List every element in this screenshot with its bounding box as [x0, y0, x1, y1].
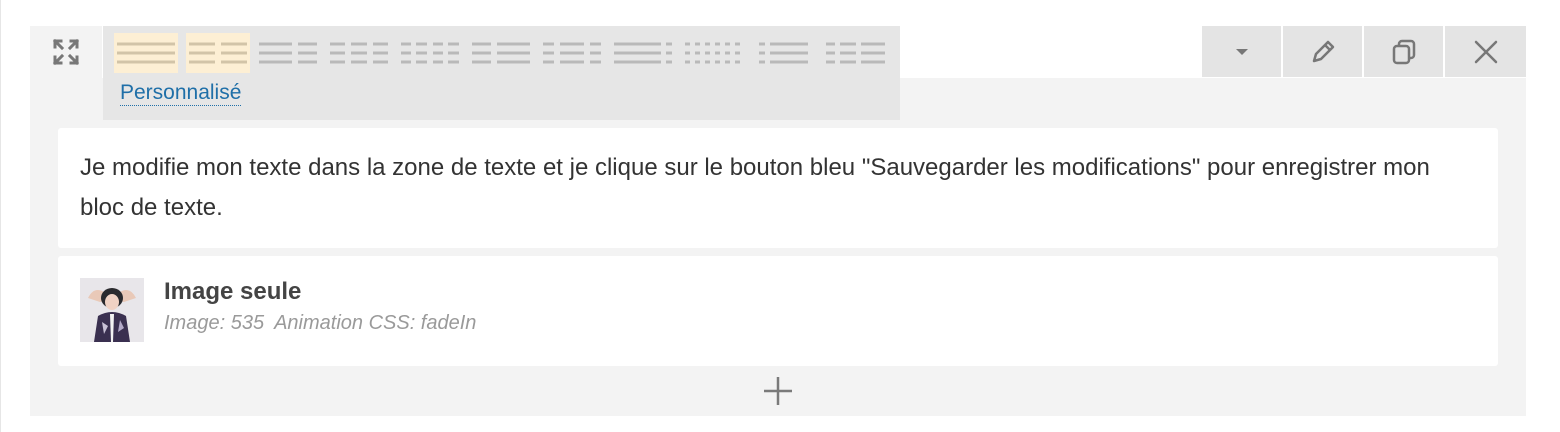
- caret-down-icon: [1235, 48, 1248, 55]
- layout-option-50-50[interactable]: [186, 33, 250, 73]
- layout-option-25-75[interactable]: [756, 33, 820, 73]
- widget-meta-image: Image: 535: [164, 312, 265, 334]
- text-widget-content: Je modifie mon texte dans la zone de tex…: [80, 154, 1430, 221]
- custom-layout-link[interactable]: Personnalisé: [120, 81, 242, 106]
- widget-title: Image seule: [164, 278, 302, 305]
- widget-meta-animation: Animation CSS: fadeIn: [274, 312, 477, 334]
- row-options-dropdown-button[interactable]: [1202, 26, 1281, 77]
- image-widget-card[interactable]: Image seule Image: 535 Animation CSS: fad…: [58, 256, 1498, 366]
- pencil-icon: [1312, 40, 1334, 62]
- duplicate-icon: [1392, 39, 1415, 64]
- layout-option-67-33[interactable]: [256, 33, 320, 73]
- add-widget-button[interactable]: [761, 374, 795, 408]
- row-panel: Personnalisé Je modifie mon texte dans l…: [30, 26, 1526, 416]
- page: Personnalisé Je modifie mon texte dans l…: [0, 0, 1560, 432]
- layout-100-icon: [117, 42, 175, 64]
- layout-25-25-25-25-icon: [401, 42, 459, 64]
- layout-option-25-50-25[interactable]: [540, 33, 604, 73]
- layout-50-25-25-icon: [826, 42, 885, 64]
- text-widget-card[interactable]: Je modifie mon texte dans la zone de tex…: [58, 128, 1498, 248]
- layout-67-33-icon: [259, 42, 317, 64]
- layout-option-25-25-25-25[interactable]: [398, 33, 462, 73]
- layout-option-75-25[interactable]: [611, 33, 675, 73]
- layout-option-50-25-25[interactable]: [823, 33, 887, 73]
- layout-75-25-icon: [614, 42, 672, 64]
- widget-meta: Image: 535 Animation CSS: fadeIn: [164, 312, 476, 335]
- layout-option-33-33-33[interactable]: [327, 33, 391, 73]
- layout-33-67-icon: [472, 42, 530, 64]
- layout-option-100[interactable]: [114, 33, 178, 73]
- layout-selector: Personnalisé: [103, 26, 900, 120]
- plus-icon: [764, 377, 792, 405]
- layout-option-six-columns[interactable]: [682, 33, 746, 73]
- expand-arrows-icon: [52, 38, 80, 66]
- layout-25-50-25-icon: [543, 42, 601, 64]
- close-icon: [1474, 40, 1497, 63]
- layout-option-33-67[interactable]: [469, 33, 533, 73]
- layout-25-75-icon: [759, 42, 808, 64]
- layout-50-50-icon: [189, 42, 247, 64]
- edit-row-button[interactable]: [1283, 26, 1362, 77]
- delete-row-button[interactable]: [1445, 26, 1526, 77]
- duplicate-row-button[interactable]: [1364, 26, 1443, 77]
- image-thumbnail: [80, 278, 144, 342]
- page-border: [0, 0, 1, 432]
- expand-button[interactable]: [30, 26, 102, 78]
- layout-33-33-33-icon: [330, 42, 388, 64]
- layout-six-columns-icon: [685, 42, 740, 64]
